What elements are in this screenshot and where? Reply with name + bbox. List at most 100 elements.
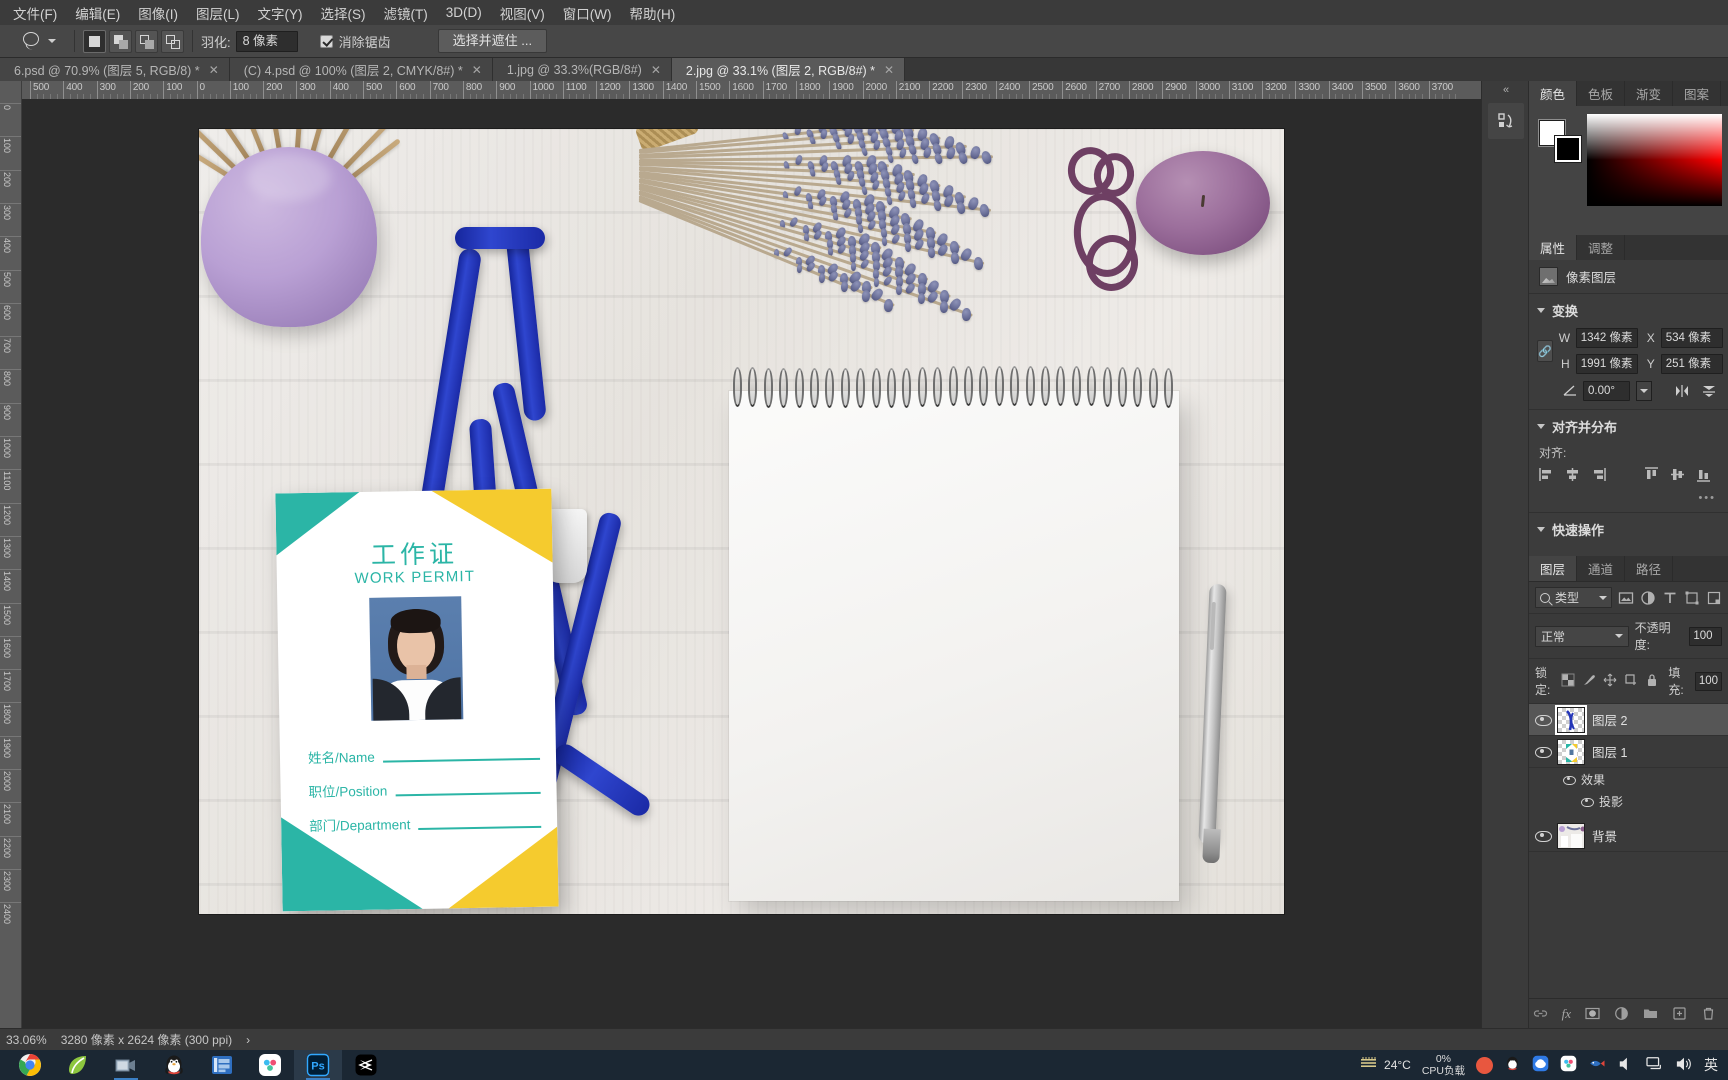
taskbar-app-capcut[interactable] [342, 1050, 390, 1080]
eye-icon[interactable] [1535, 744, 1552, 759]
align-top-icon[interactable] [1644, 467, 1659, 482]
opacity-input[interactable]: 100 [1689, 626, 1722, 646]
angle-dropdown-icon[interactable] [1635, 381, 1652, 401]
lock-position-icon[interactable] [1603, 673, 1617, 689]
feather-input[interactable]: 8 像素 [235, 30, 298, 52]
tray-icon-cloud[interactable] [1532, 1055, 1549, 1075]
layer-thumbnail[interactable] [1557, 822, 1585, 849]
subtract-from-selection-button[interactable] [135, 29, 158, 53]
layer-thumbnail[interactable] [1557, 738, 1585, 765]
link-layers-icon[interactable] [1533, 1006, 1548, 1021]
align-center-horizontal-icon[interactable] [1565, 467, 1580, 482]
align-left-icon[interactable] [1539, 467, 1554, 482]
color-ramp[interactable] [1587, 114, 1722, 206]
taskbar-app-video-editor[interactable] [198, 1050, 246, 1080]
taskbar-app-chrome[interactable] [6, 1050, 54, 1080]
layer-row-background[interactable]: 背景 [1529, 820, 1728, 852]
menu-layer[interactable]: 图层(L) [187, 0, 249, 26]
align-center-vertical-icon[interactable] [1670, 467, 1685, 482]
menu-type[interactable]: 文字(Y) [249, 0, 312, 26]
document-tab-4psd[interactable]: (C) 4.psd @ 100% (图层 2, CMYK/8#) * ✕ [229, 58, 493, 81]
tab-gradients[interactable]: 渐变 [1625, 81, 1674, 106]
chevron-down-icon[interactable] [48, 39, 56, 43]
new-layer-icon[interactable] [1672, 1006, 1687, 1021]
tray-icon-network[interactable] [1646, 1056, 1664, 1075]
weather-widget[interactable]: 24°C [1360, 1056, 1411, 1074]
taskbar-app-leaf[interactable] [54, 1050, 102, 1080]
menu-window[interactable]: 窗口(W) [554, 0, 621, 26]
tab-adjustments[interactable]: 调整 [1577, 235, 1626, 260]
menu-help[interactable]: 帮助(H) [620, 0, 684, 26]
antialias-checkbox[interactable] [319, 34, 333, 48]
collapse-panels-button[interactable]: « [1482, 84, 1529, 96]
tab-swatches[interactable]: 色板 [1577, 81, 1626, 106]
close-icon[interactable]: ✕ [884, 64, 894, 76]
layer-filter-kind-select[interactable]: 类型 [1535, 587, 1612, 608]
close-icon[interactable]: ✕ [209, 64, 219, 76]
link-wh-icon[interactable]: 🔗 [1537, 340, 1553, 362]
eye-icon[interactable] [1581, 796, 1594, 807]
tab-channels[interactable]: 通道 [1577, 556, 1626, 581]
libraries-icon[interactable] [1488, 103, 1524, 139]
flip-horizontal-icon[interactable] [1672, 381, 1693, 401]
eye-icon[interactable] [1535, 712, 1552, 727]
quick-actions-header[interactable]: 快速操作 [1529, 513, 1728, 545]
y-input[interactable]: 251 像素 [1660, 354, 1723, 374]
active-tool-preset[interactable] [0, 25, 66, 57]
status-expand-arrow-icon[interactable]: › [246, 1033, 250, 1047]
tab-color[interactable]: 颜色 [1529, 81, 1578, 106]
add-layer-mask-icon[interactable] [1585, 1006, 1600, 1021]
tab-paths[interactable]: 路径 [1625, 556, 1674, 581]
tray-icon-volume-muted[interactable] [1617, 1056, 1635, 1075]
menu-filter[interactable]: 滤镜(T) [375, 0, 437, 26]
tab-properties[interactable]: 属性 [1529, 235, 1578, 260]
menu-select[interactable]: 选择(S) [312, 0, 375, 26]
taskbar-app-screenshot-tool[interactable] [102, 1050, 150, 1080]
taskbar-app-photoshop[interactable]: Ps [294, 1050, 342, 1080]
layer-row-tuceng1[interactable]: 图层 1 [1529, 736, 1728, 768]
add-to-selection-button[interactable] [109, 29, 132, 53]
document-tab-6psd[interactable]: 6.psd @ 70.9% (图层 5, RGB/8) * ✕ [0, 58, 230, 81]
menu-file[interactable]: 文件(F) [4, 0, 66, 26]
align-right-icon[interactable] [1591, 467, 1606, 482]
x-input[interactable]: 534 像素 [1660, 328, 1723, 348]
close-icon[interactable]: ✕ [472, 64, 482, 76]
flip-vertical-icon[interactable] [1699, 381, 1720, 401]
close-icon[interactable]: ✕ [651, 64, 661, 76]
eye-icon[interactable] [1563, 774, 1576, 785]
width-input[interactable]: 1342 像素 [1575, 328, 1638, 348]
height-input[interactable]: 1991 像素 [1575, 354, 1638, 374]
vertical-ruler[interactable]: 0 100 200 300 400 500 600 700 800 900 1000 1100 1200… [0, 99, 22, 1028]
filter-adjustment-icon[interactable] [1640, 590, 1656, 606]
menu-image[interactable]: 图像(I) [129, 0, 187, 26]
delete-layer-icon[interactable] [1701, 1006, 1716, 1021]
new-group-icon[interactable] [1643, 1006, 1658, 1021]
tray-icon-qq[interactable] [1504, 1055, 1521, 1075]
lock-transparent-pixels-icon[interactable] [1561, 673, 1575, 689]
artboard[interactable]: 工作证 WORK PERMIT 姓名/Name 职位/Position 部门/D… [199, 129, 1284, 914]
layer-row-tuceng2[interactable]: 图层 2 [1529, 704, 1728, 736]
filter-shape-icon[interactable] [1684, 590, 1700, 606]
blend-mode-select[interactable]: 正常 [1535, 625, 1629, 647]
tray-icon-baidu-netdisk[interactable] [1560, 1055, 1577, 1075]
canvas-area[interactable]: 工作证 WORK PERMIT 姓名/Name 职位/Position 部门/D… [22, 99, 1517, 1028]
zoom-level[interactable]: 33.06% [6, 1033, 47, 1047]
intersect-selection-button[interactable] [161, 29, 184, 53]
taskbar-app-baidu-netdisk[interactable] [246, 1050, 294, 1080]
eye-icon[interactable] [1535, 828, 1552, 843]
menu-view[interactable]: 视图(V) [491, 0, 554, 26]
new-selection-button[interactable] [83, 29, 106, 53]
lock-all-icon[interactable] [1645, 673, 1659, 689]
taskbar-app-qq[interactable] [150, 1050, 198, 1080]
ime-indicator[interactable]: 英 [1704, 1055, 1718, 1075]
tray-icon-fish[interactable] [1588, 1056, 1606, 1074]
filter-smart-object-icon[interactable] [1706, 590, 1722, 606]
tab-layers[interactable]: 图层 [1529, 556, 1578, 581]
menu-edit[interactable]: 编辑(E) [66, 0, 129, 26]
ruler-corner[interactable] [0, 81, 22, 99]
transform-section-header[interactable]: 变换 [1529, 294, 1728, 326]
align-section-header[interactable]: 对齐并分布 [1529, 410, 1728, 442]
layer-effects-group[interactable]: 效果 [1529, 768, 1728, 790]
lock-artboard-nesting-icon[interactable] [1624, 673, 1638, 689]
cpu-load-widget[interactable]: 0% CPU负载 [1422, 1053, 1465, 1077]
